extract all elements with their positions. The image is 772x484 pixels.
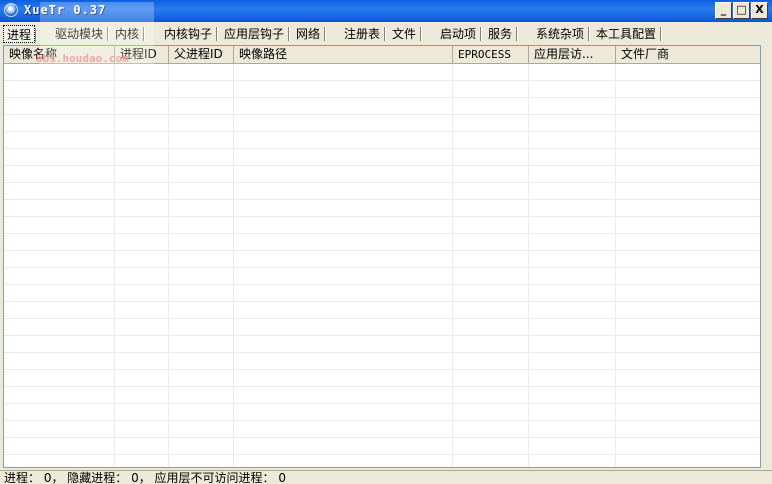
tab-registry[interactable]: 注册表 (341, 25, 386, 43)
column-parent-pid[interactable]: 父进程ID (169, 46, 234, 63)
tab-kernel-hooks[interactable]: 内核钩子 (161, 25, 218, 43)
tab-tool-config[interactable]: 本工具配置 (593, 25, 662, 43)
column-eprocess[interactable]: EPROCESS (453, 46, 529, 63)
tab-files[interactable]: 文件 (389, 25, 422, 43)
status-bar: 进程： 0， 隐藏进程： 0， 应用层不可访问进程： 0 (0, 470, 772, 484)
minimize-button[interactable]: _ (715, 2, 732, 19)
maximize-button[interactable]: □ (733, 2, 750, 19)
close-button[interactable]: X (751, 2, 768, 19)
tab-services[interactable]: 服务 (485, 25, 518, 43)
tab-process[interactable]: 进程 (3, 25, 37, 43)
list-body[interactable] (4, 64, 760, 467)
tab-network[interactable]: 网络 (293, 25, 326, 43)
column-user-access[interactable]: 应用层访... (529, 46, 616, 63)
tab-startup[interactable]: 启动项 (437, 25, 482, 43)
process-list[interactable]: 映像名称 进程ID 父进程ID 映像路径 EPROCESS 应用层访... 文件… (3, 45, 761, 468)
app-icon[interactable] (4, 3, 18, 17)
column-image-path[interactable]: 映像路径 (234, 46, 453, 63)
window-edge (761, 45, 772, 468)
tab-system-misc[interactable]: 系统杂项 (533, 25, 590, 43)
watermark-text: bbs.houdao.com (36, 52, 129, 65)
column-file-vendor[interactable]: 文件厂商 (616, 46, 760, 63)
tab-user-hooks[interactable]: 应用层钩子 (221, 25, 290, 43)
